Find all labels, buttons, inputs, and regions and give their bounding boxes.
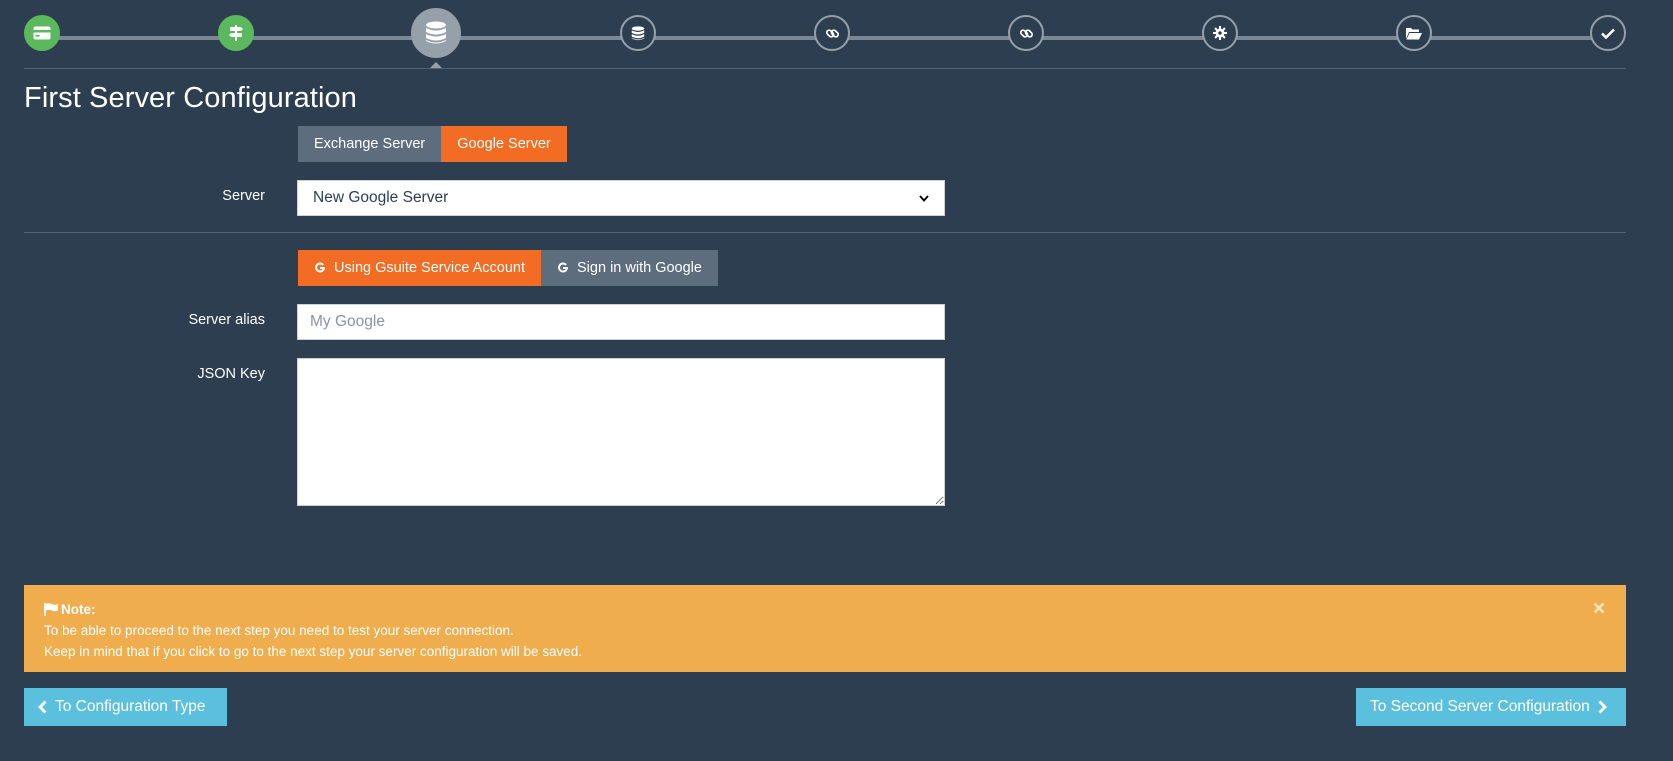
step-6-link[interactable] [1008,15,1044,51]
database-icon [426,21,446,44]
gsuite-service-account-label: Using Gsuite Service Account [334,260,526,276]
exchange-server-button[interactable]: Exchange Server [298,126,442,162]
note-close-button[interactable] [1590,599,1608,617]
back-button-label: To Configuration Type [55,698,206,715]
step-8-folder[interactable] [1396,15,1432,51]
sign-in-with-google-label: Sign in with Google [577,260,702,276]
step-5-link[interactable] [814,15,850,51]
server-label: Server [222,188,265,204]
note-line-1: To be able to proceed to the next step y… [44,623,514,638]
auth-method-toggle: Using Gsuite Service Account Sign in wit… [298,250,718,286]
server-select-value: New Google Server [313,189,449,206]
step-1-credit-card[interactable] [24,15,60,51]
signpost-icon [229,25,243,41]
gsuite-service-account-button[interactable]: Using Gsuite Service Account [298,250,542,286]
header-divider [24,68,1626,69]
credit-card-icon [33,26,51,40]
server-select[interactable]: New Google Server [297,180,945,216]
google-server-button[interactable]: Google Server [441,126,567,162]
back-to-configuration-type-button[interactable]: To Configuration Type [24,688,227,726]
google-icon [315,262,325,273]
server-alias-input[interactable] [297,304,945,340]
sign-in-with-google-button[interactable]: Sign in with Google [541,250,718,286]
step-3-database-current[interactable] [411,8,461,58]
json-key-textarea[interactable] [297,358,945,506]
folder-open-icon [1406,27,1422,39]
step-4-database[interactable] [620,15,656,51]
note-heading: Note: [44,599,1606,620]
google-icon [558,262,569,273]
page-title: First Server Configuration [24,82,357,114]
link-icon [825,28,839,38]
step-9-finish[interactable] [1590,15,1626,51]
checkmark-icon [1601,28,1615,39]
chevron-down-icon [919,194,929,202]
note-line-2: Keep in mind that if you click to go to … [44,644,583,659]
flag-icon [44,603,58,616]
progress-stepper [24,0,1626,70]
step-2-signpost[interactable] [218,15,254,51]
note-title: Note: [61,602,96,617]
json-key-label: JSON Key [197,366,265,382]
form-divider [24,232,1626,233]
server-alias-label: Server alias [188,312,265,328]
step-7-gear[interactable] [1202,15,1238,51]
chevron-right-icon [1598,700,1607,714]
link-icon [1019,28,1033,38]
next-button-label: To Second Server Configuration [1370,698,1590,715]
gear-icon [1213,26,1227,40]
database-icon [631,25,645,40]
chevron-left-icon [38,700,47,714]
warning-note: Note: To be able to proceed to the next … [24,585,1626,672]
server-type-toggle: Exchange Server Google Server [298,126,567,162]
close-icon [1593,602,1605,614]
to-second-server-configuration-button[interactable]: To Second Server Configuration [1356,688,1626,726]
